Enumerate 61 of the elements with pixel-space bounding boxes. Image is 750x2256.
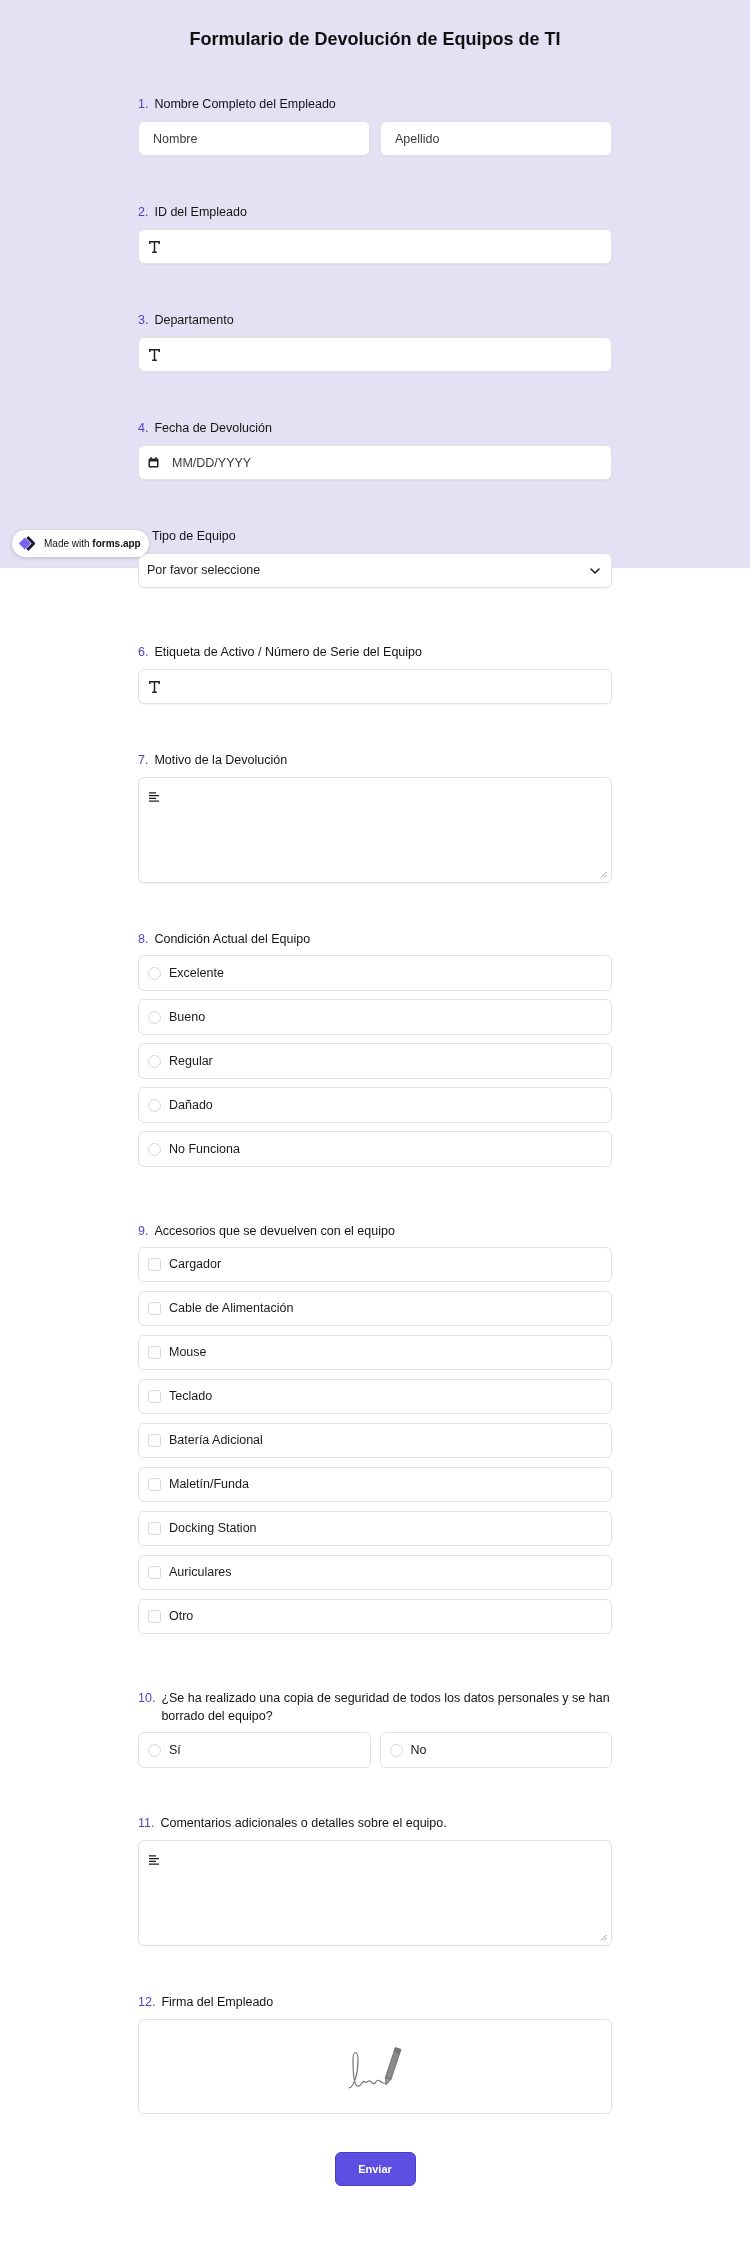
radio-option[interactable]: Dañado <box>138 1087 612 1123</box>
checkbox-option[interactable]: Mouse <box>138 1335 612 1370</box>
question-label: Condición Actual del Equipo <box>154 931 311 948</box>
resize-handle-icon <box>600 1934 607 1941</box>
question-number: 12. <box>138 1994 156 2011</box>
radio-option[interactable]: Excelente <box>138 955 612 991</box>
question-number: 11. <box>138 1815 155 1832</box>
calendar-icon <box>148 457 159 468</box>
checkbox-option[interactable]: Maletín/Funda <box>138 1467 612 1502</box>
date-input-field[interactable]: MM/DD/YYYY <box>138 445 612 480</box>
question-label: Motivo de la Devolución <box>154 752 288 769</box>
textarea-field[interactable] <box>138 1840 612 1946</box>
resize-handle-icon <box>600 871 607 878</box>
checkbox-option[interactable]: Teclado <box>138 1379 612 1414</box>
textarea-field[interactable] <box>138 777 612 883</box>
checkbox-option[interactable]: Cargador <box>138 1247 612 1282</box>
question-label: ¿Se ha realizado una copia de seguridad de todos los datos personales y se han borrado del equipo? <box>161 1690 611 1725</box>
question-label: Comentarios adicionales o detalles sobre el equipo. <box>160 1815 447 1832</box>
text-lines-icon <box>149 792 160 802</box>
text-type-icon <box>149 240 160 253</box>
question-number: 8. <box>138 931 149 948</box>
question-number: 2. <box>138 204 149 221</box>
question-number: 3. <box>138 312 149 329</box>
text-input-field[interactable] <box>138 229 612 264</box>
text-input-field[interactable] <box>138 669 612 704</box>
text-input-field[interactable] <box>138 337 612 372</box>
signature-pad[interactable] <box>138 2019 612 2114</box>
question-label: Accesorios que se devuelven con el equipo <box>154 1223 395 1240</box>
chevron-down-icon <box>590 567 600 574</box>
question-label: Fecha de Devolución <box>154 420 272 437</box>
name-input-field[interactable]: Apellido <box>380 121 612 156</box>
checkbox-option[interactable]: Auriculares <box>138 1555 612 1590</box>
form-title: Formulario de Devolución de Equipos de TI <box>188 28 562 51</box>
question-number: 9. <box>138 1223 149 1240</box>
question-number: 4. <box>138 420 149 437</box>
question-label: Tipo de Equipo <box>152 528 236 545</box>
text-lines-icon <box>149 1855 160 1865</box>
radio-option[interactable]: No Funciona <box>138 1131 612 1167</box>
question-number: 6. <box>138 644 149 661</box>
checkbox-option[interactable]: Docking Station <box>138 1511 612 1546</box>
question-label: ID del Empleado <box>154 204 247 221</box>
question-label: Etiqueta de Activo / Número de Serie del Equipo <box>154 644 422 661</box>
submit-button[interactable]: Enviar <box>334 2152 416 2186</box>
text-type-icon <box>149 348 160 361</box>
radio-option[interactable]: Sí <box>138 1732 371 1768</box>
question-label: Firma del Empleado <box>161 1994 274 2011</box>
radio-option[interactable]: No <box>379 1732 612 1768</box>
question-label: Departamento <box>154 312 234 329</box>
text-type-icon <box>149 680 160 693</box>
radio-option[interactable]: Regular <box>138 1043 612 1079</box>
radio-option[interactable]: Bueno <box>138 999 612 1035</box>
question-number: 10. <box>138 1690 156 1707</box>
question-number: 1. <box>138 96 149 113</box>
question-number: 7. <box>138 752 149 769</box>
question-label: Nombre Completo del Empleado <box>154 96 336 113</box>
checkbox-option[interactable]: Cable de Alimentación <box>138 1291 612 1326</box>
checkbox-option[interactable]: Batería Adicional <box>138 1423 612 1458</box>
made-with-badge[interactable]: Made with forms.app <box>12 530 149 557</box>
name-input-field[interactable]: Nombre <box>138 121 370 156</box>
checkbox-option[interactable]: Otro <box>138 1599 612 1634</box>
select-dropdown[interactable]: Por favor seleccione <box>138 553 612 588</box>
